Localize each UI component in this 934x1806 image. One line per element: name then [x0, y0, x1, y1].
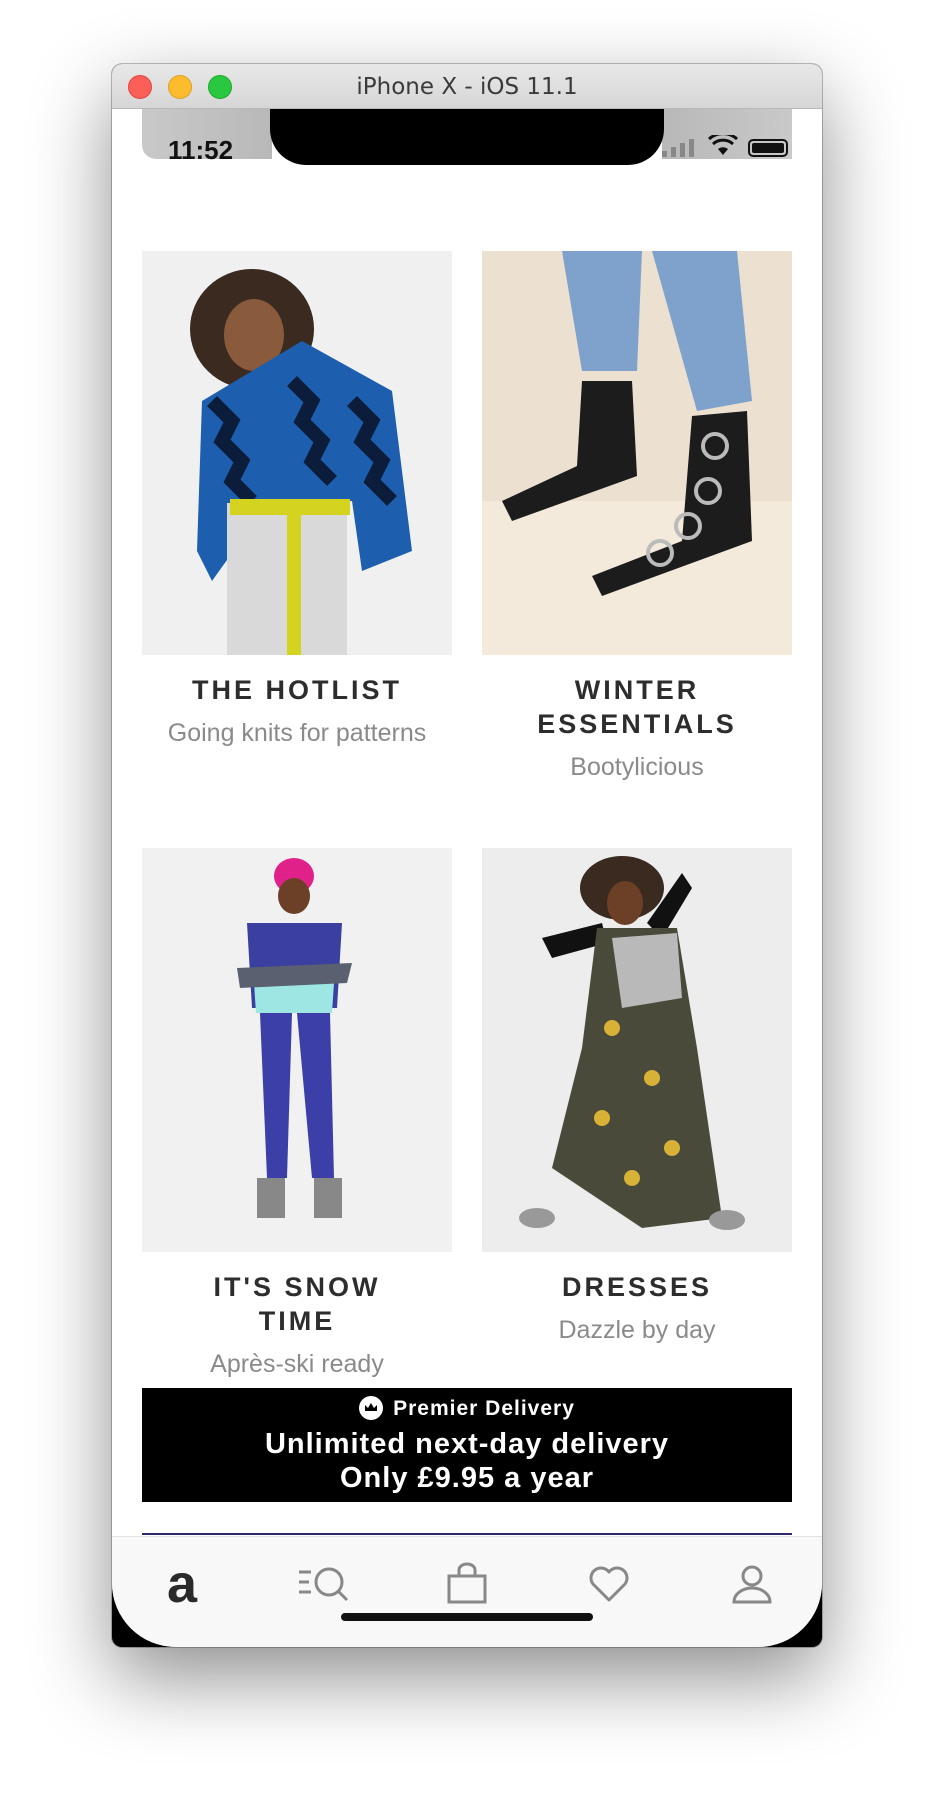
tile-subtitle: Après-ski ready	[210, 1350, 384, 1378]
tile-heading: DRESSES	[561, 1272, 713, 1302]
tile-winter-essentials[interactable]: WINTER ESSENTIALS Bootylicious	[482, 251, 792, 782]
tab-bar: a	[112, 1536, 822, 1647]
tile-subtitle: Going knits for patterns	[167, 719, 427, 747]
snow-time-image	[142, 848, 452, 1252]
home-logo-icon: a	[166, 1554, 198, 1614]
wifi-icon	[708, 135, 738, 155]
premier-title: Premier Delivery	[393, 1397, 575, 1420]
window-titlebar: iPhone X - iOS 11.1	[112, 64, 822, 109]
cellular-signal-icon	[662, 139, 694, 157]
crown-icon	[359, 1396, 384, 1420]
tile-its-snow-time[interactable]: IT'S SNOW TIME Après-ski ready	[142, 848, 452, 1379]
tab-search[interactable]	[295, 1559, 355, 1609]
battery-icon	[748, 139, 788, 157]
search-list-icon	[299, 1567, 349, 1602]
hotlist-image	[142, 251, 452, 655]
status-bar: 11:52	[112, 109, 822, 171]
account-icon	[732, 1565, 772, 1604]
premier-line-2: Only £9.95 a year	[340, 1462, 594, 1494]
window-title: iPhone X - iOS 11.1	[356, 74, 578, 100]
premier-line-1: Unlimited next-day delivery	[264, 1428, 670, 1460]
tab-bag[interactable]	[437, 1559, 497, 1609]
tab-saved[interactable]	[579, 1559, 639, 1609]
notch	[270, 109, 664, 165]
premier-delivery-banner[interactable]: Premier Delivery Unlimited next-day deli…	[142, 1388, 792, 1502]
heart-icon	[589, 1566, 629, 1602]
home-indicator[interactable]	[341, 1613, 593, 1621]
tile-subtitle: Bootylicious	[570, 753, 704, 781]
status-time: 11:52	[168, 135, 234, 165]
dresses-image	[482, 848, 792, 1252]
tab-account[interactable]	[722, 1559, 782, 1609]
tile-heading: WINTER ESSENTIALS	[537, 675, 737, 739]
tab-divider	[142, 1533, 792, 1535]
tile-the-hotlist[interactable]: THE HOTLIST Going knits for patterns	[142, 251, 452, 748]
tile-dresses[interactable]: DRESSES Dazzle by day	[482, 848, 792, 1345]
phone-screen: 11:52 THE HOTLIST Going knits for patter…	[112, 109, 822, 1647]
simulator-window: iPhone X - iOS 11.1 11:52 THE HOTLIST Go…	[112, 64, 822, 1647]
tile-subtitle: Dazzle by day	[558, 1316, 716, 1344]
tile-heading: THE HOTLIST	[192, 675, 402, 705]
tile-heading: IT'S SNOW TIME	[213, 1272, 381, 1336]
bag-icon	[447, 1562, 487, 1604]
winter-essentials-image	[482, 251, 792, 655]
tab-home[interactable]: a	[152, 1554, 212, 1614]
